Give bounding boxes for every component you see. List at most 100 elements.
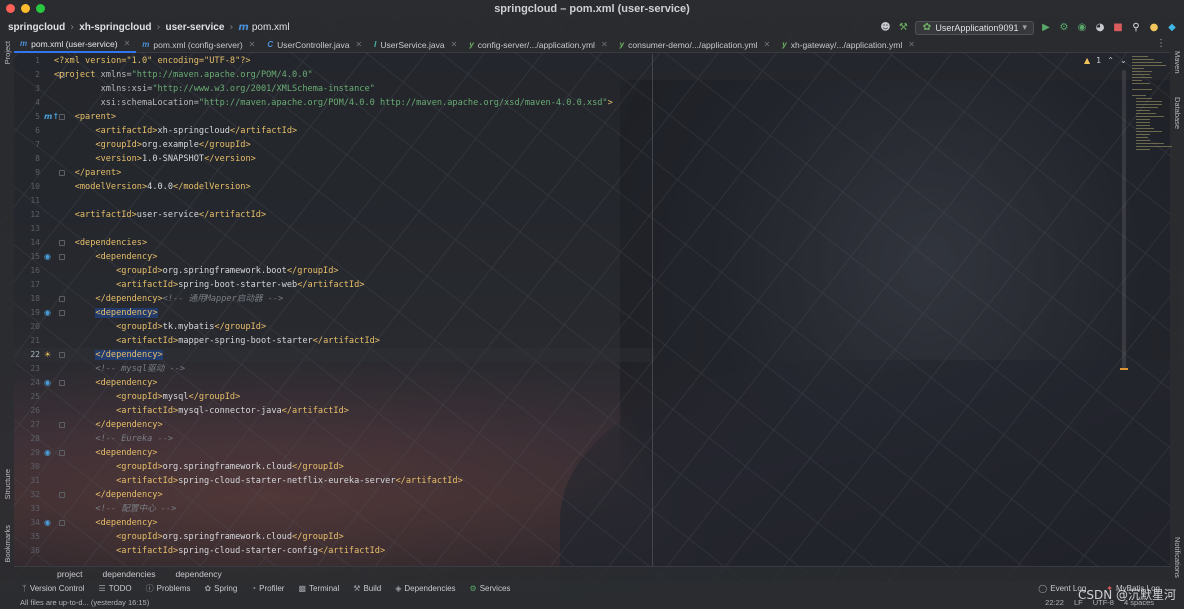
editor-tab[interactable]: y consumer-demo/.../application.yml ✕	[614, 37, 777, 53]
project-tool-button[interactable]: Project	[3, 41, 12, 64]
breadcrumb-submodule[interactable]: user-service	[165, 22, 224, 33]
line-number[interactable]: 13	[14, 224, 40, 233]
line-number[interactable]: 30	[14, 462, 40, 471]
maven-tool-button[interactable]: Maven	[1173, 51, 1182, 74]
line-number[interactable]: 28	[14, 434, 40, 443]
line-number[interactable]: 14	[14, 238, 40, 247]
code-line[interactable]: <groupId>mysql</groupId>	[54, 390, 240, 404]
code-line[interactable]: <dependency>	[54, 376, 157, 390]
line-number[interactable]: 36	[14, 546, 40, 555]
line-number[interactable]: 27	[14, 420, 40, 429]
code-line[interactable]: </dependency><!-- 通用Mapper启动器 -->	[54, 292, 283, 306]
line-number[interactable]: 15	[14, 252, 40, 261]
build-hammer-icon[interactable]: ⚒	[897, 22, 909, 34]
code-line[interactable]: <artifactId>spring-cloud-starter-config<…	[54, 544, 385, 558]
close-icon[interactable]: ✕	[124, 39, 131, 48]
editor-tab[interactable]: y config-server/.../application.yml ✕	[463, 37, 613, 53]
code-line[interactable]: <groupId>org.springframework.cloud</grou…	[54, 460, 344, 474]
code-line[interactable]: <!-- Eureka -->	[54, 432, 173, 446]
search-icon[interactable]: ⚲	[1130, 22, 1142, 34]
terminal-tab[interactable]: ▩ Terminal	[298, 584, 339, 593]
code-minimap[interactable]	[1130, 56, 1172, 166]
stop-icon[interactable]: ■	[1112, 22, 1124, 34]
editor-tab[interactable]: m pom.xml (config-server) ✕	[136, 37, 261, 53]
code-line[interactable]: <artifactId>user-service</artifactId>	[54, 208, 266, 222]
code-line[interactable]: </dependency>	[54, 348, 163, 362]
code-line[interactable]: <dependency>	[54, 446, 157, 460]
chevron-up-icon[interactable]: ⌃	[1107, 56, 1114, 65]
update-icon[interactable]: ●	[1148, 22, 1160, 34]
line-number[interactable]: 22	[14, 350, 40, 359]
line-number[interactable]: 18	[14, 294, 40, 303]
close-window-button[interactable]	[6, 4, 15, 13]
profiler-tab[interactable]: ◔ Profiler	[251, 584, 284, 593]
lightbulb-icon[interactable]: ☀	[44, 350, 51, 359]
user-icon[interactable]: ☻	[879, 22, 891, 34]
breadcrumb-dependencies-tag[interactable]: dependencies	[103, 569, 156, 579]
code-line[interactable]: <groupId>org.example</groupId>	[54, 138, 250, 152]
dependency-icon[interactable]: ◉	[44, 252, 51, 261]
line-number[interactable]: 20	[14, 322, 40, 331]
build-tab[interactable]: ⚒ Build	[353, 584, 381, 593]
dependency-icon[interactable]: ◉	[44, 448, 51, 457]
dependency-icon[interactable]: ◉	[44, 308, 51, 317]
jetbrains-logo-icon[interactable]: ◆	[1166, 22, 1178, 34]
line-number[interactable]: 26	[14, 406, 40, 415]
breadcrumb-file[interactable]: pom.xml	[252, 22, 290, 33]
code-line[interactable]: <artifactId>spring-boot-starter-web</art…	[54, 278, 364, 292]
todo-tab[interactable]: ☰ TODO	[99, 584, 132, 593]
code-line[interactable]: <dependency>	[54, 250, 157, 264]
editor-tab[interactable]: m pom.xml (user-service) ✕	[14, 37, 137, 53]
zoom-window-button[interactable]	[36, 4, 45, 13]
bookmarks-tool-button[interactable]: Bookmarks	[3, 525, 12, 563]
more-vertical-icon[interactable]: ⋮	[1156, 38, 1166, 49]
line-number[interactable]: 7	[14, 140, 40, 149]
close-icon[interactable]: ✕	[908, 40, 915, 49]
line-number[interactable]: 17	[14, 280, 40, 289]
close-icon[interactable]: ✕	[764, 40, 771, 49]
minimize-window-button[interactable]	[21, 4, 30, 13]
line-number[interactable]: 10	[14, 182, 40, 191]
spring-tab[interactable]: ✿ Spring	[204, 584, 237, 593]
line-number[interactable]: 34	[14, 518, 40, 527]
status-message[interactable]: All files are up-to-d... (yesterday 16:1…	[20, 598, 149, 607]
close-icon[interactable]: ✕	[451, 40, 458, 49]
line-number[interactable]: 6	[14, 126, 40, 135]
line-number[interactable]: 24	[14, 378, 40, 387]
code-line[interactable]: <?xml version="1.0" encoding="UTF-8"?>	[54, 54, 251, 68]
line-number[interactable]: 35	[14, 532, 40, 541]
inspection-widget[interactable]: ▲ 1 ⌃ ⌄	[1084, 56, 1127, 65]
code-line[interactable]: xmlns:xsi="http://www.w3.org/2001/XMLSch…	[54, 82, 375, 96]
scrollbar-warning-marker[interactable]	[1120, 368, 1128, 370]
dependency-icon[interactable]: ◉	[44, 378, 51, 387]
caret-position[interactable]: 22:22	[1045, 598, 1064, 607]
code-line[interactable]: <artifactId>spring-cloud-starter-netflix…	[54, 474, 463, 488]
code-line[interactable]: </parent>	[54, 166, 122, 180]
structure-tool-button[interactable]: Structure	[3, 469, 12, 499]
editor-scrollbar[interactable]	[1122, 70, 1126, 370]
code-line[interactable]: <artifactId>mysql-connector-java</artifa…	[54, 404, 349, 418]
code-line[interactable]: <groupId>org.springframework.boot</group…	[54, 264, 339, 278]
code-line[interactable]: <project xmlns="http://maven.apache.org/…	[54, 68, 313, 82]
run-configuration-select[interactable]: ✿ UserApplication9091 ▾	[915, 20, 1034, 35]
coverage-icon[interactable]: ◉	[1076, 22, 1088, 34]
code-line[interactable]: <parent>	[54, 110, 116, 124]
line-number[interactable]: 23	[14, 364, 40, 373]
editor-tab[interactable]: I UserService.java ✕	[368, 37, 463, 53]
line-number[interactable]: 8	[14, 154, 40, 163]
line-number[interactable]: 9	[14, 168, 40, 177]
database-tool-button[interactable]: Database	[1173, 97, 1182, 129]
code-line[interactable]: </dependency>	[54, 488, 162, 502]
debug-icon[interactable]: ⚙	[1058, 22, 1070, 34]
line-number[interactable]: 21	[14, 336, 40, 345]
breadcrumb-project-tag[interactable]: project	[57, 569, 83, 579]
breadcrumb-dependency-tag[interactable]: dependency	[175, 569, 221, 579]
line-number[interactable]: 4	[14, 98, 40, 107]
code-line[interactable]: </dependency>	[54, 418, 162, 432]
breadcrumb-project[interactable]: springcloud	[8, 22, 65, 33]
line-number[interactable]: 12	[14, 210, 40, 219]
line-number[interactable]: 3	[14, 84, 40, 93]
line-number[interactable]: 16	[14, 266, 40, 275]
chevron-down-icon[interactable]: ⌄	[1120, 56, 1127, 65]
line-number[interactable]: 33	[14, 504, 40, 513]
